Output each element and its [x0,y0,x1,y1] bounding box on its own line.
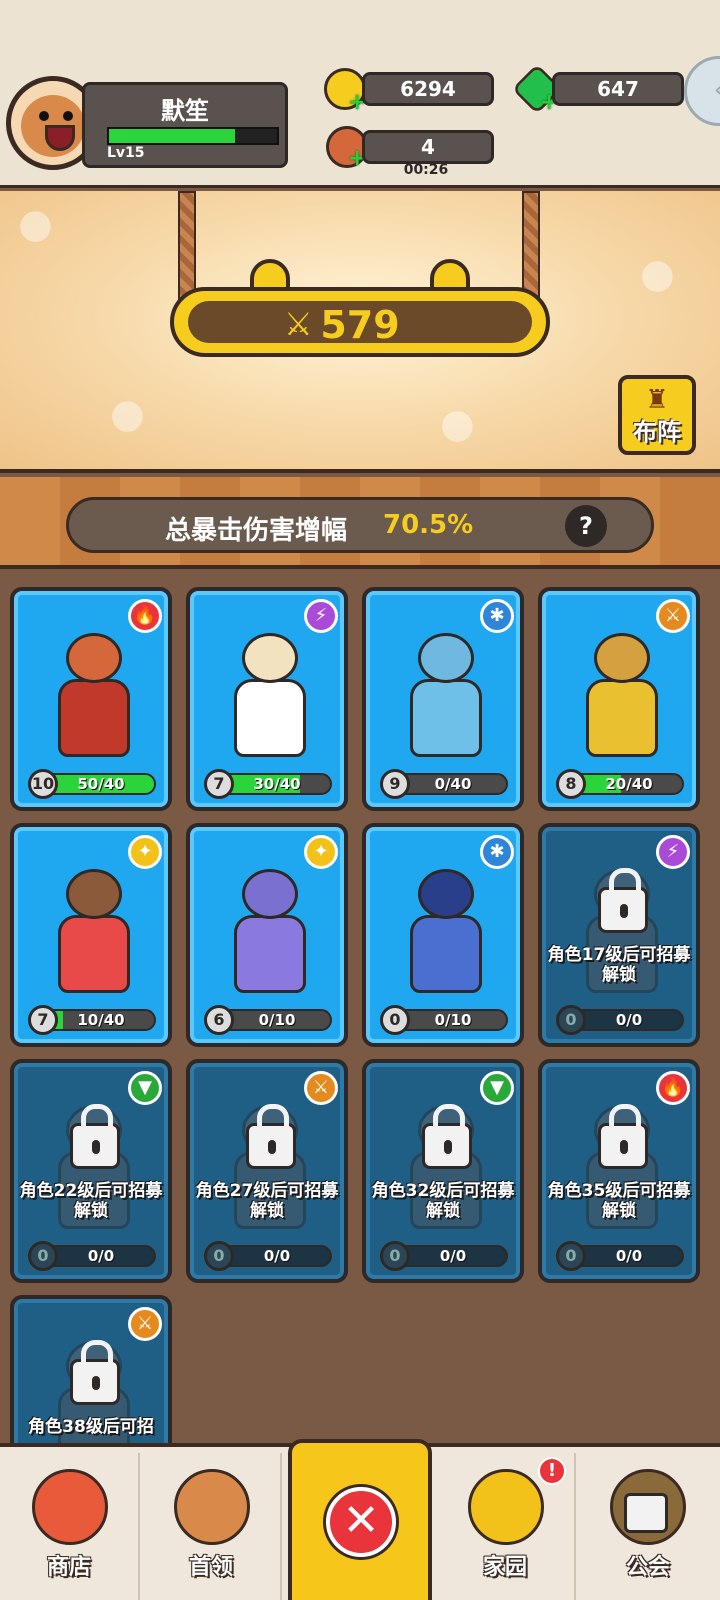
hero-card[interactable]: ✱ 0/10 0 [362,823,524,1047]
hero-card[interactable]: ⚡ 角色17级后可招募解锁 0/0 0 [538,823,700,1047]
hero-portrait [396,861,496,1001]
hero-card[interactable]: ✱ 0/40 9 [362,587,524,811]
nav-shop[interactable]: 商店 [0,1453,140,1600]
nav-leader[interactable]: 首领 [142,1453,282,1600]
player-info-panel[interactable]: 默笙 Lv15 [82,82,288,168]
crit-banner: 总暴击伤害增幅 70.5% ? [0,477,720,569]
crown-leader-icon [174,1469,250,1545]
hero-card[interactable]: ⚔ 角色27级后可招募解锁 0/0 0 [186,1059,348,1283]
unlock-requirement-text: 角色22级后可招募解锁 [19,1181,163,1221]
hero-level-badge: 6 [204,1005,234,1035]
paw-print-decoration: ● [18,201,53,247]
hero-card[interactable]: ⚡ 30/40 7 [186,587,348,811]
hero-level-badge: 0 [28,1241,58,1271]
hero-card[interactable]: 🔥 角色35级后可招募解锁 0/0 0 [538,1059,700,1283]
close-icon[interactable]: ✕ [326,1487,396,1557]
energy-timer: 00:26 [403,162,449,178]
power-display-area: ● ● ● ● ⚔ 579 ♜ 布阵 [0,191,720,473]
unlock-requirement-text: 角色27级后可招募解锁 [195,1181,339,1221]
lock-icon [70,1340,120,1405]
formation-button[interactable]: ♜ 布阵 [618,375,696,455]
power-plaque: ⚔ 579 [170,287,550,357]
nav-home-label: 家园 [482,1555,527,1580]
help-button[interactable]: ? [565,505,607,547]
energy-counter: 4 [362,130,494,164]
gem-counter: 647 [552,72,684,106]
hero-level-badge: 10 [28,769,58,799]
lock-icon [598,1104,648,1169]
crit-value: 70.5% [383,510,474,540]
unlock-requirement-text: 角色38级后可招 [28,1417,154,1437]
hero-portrait [572,625,672,765]
hero-level-badge: 0 [380,1241,410,1271]
lock-icon [422,1104,472,1169]
crit-panel: 总暴击伤害增幅 70.5% ? [66,497,654,553]
hero-portrait [44,861,144,1001]
hero-grid: 🔥 50/40 10 ⚡ 30/40 7 ✱ 0/40 9 ⚔ 20/40 8 ✦ 10/40 7 ✦ 0/10… [0,573,720,1519]
lock-icon [598,868,648,933]
paw-print-decoration: ● [640,251,675,297]
hero-level-badge: 8 [556,769,586,799]
flag-icon: ♜ [645,385,669,415]
hero-level-badge: 9 [380,769,410,799]
lock-icon [70,1104,120,1169]
nav-home[interactable]: ! 家园 [436,1453,576,1600]
gold-counter: 6294 [362,72,494,106]
pineapple-home-icon [468,1469,544,1545]
hero-card[interactable]: ▼ 角色32级后可招募解锁 0/0 0 [362,1059,524,1283]
xp-bar-fill [109,129,235,143]
player-name: 默笙 [161,97,209,125]
hero-card[interactable]: ⚔ 20/40 8 [538,587,700,811]
hero-level-badge: 0 [380,1005,410,1035]
player-level: Lv15 [107,145,145,161]
formation-label: 布阵 [633,418,681,446]
hero-portrait [396,625,496,765]
xp-bar [107,127,279,145]
side-menu-button[interactable]: ‹ [684,56,720,126]
nav-shop-label: 商店 [46,1555,91,1580]
hero-level-badge: 0 [204,1241,234,1271]
unlock-requirement-text: 角色17级后可招募解锁 [547,945,691,985]
crit-label: 总暴击伤害增幅 [165,516,348,546]
power-value: 579 [320,303,400,347]
hero-level-badge: 0 [556,1005,586,1035]
bottom-nav: 商店 首领 ✕ ! 家园 公会 [0,1439,720,1600]
alert-badge: ! [538,1457,566,1485]
nav-center-tab[interactable]: ✕ [288,1439,432,1600]
hero-card[interactable]: ✦ 0/10 6 [186,823,348,1047]
unlock-requirement-text: 角色32级后可招募解锁 [371,1181,515,1221]
hero-portrait [220,861,320,1001]
hero-card[interactable]: ✦ 10/40 7 [10,823,172,1047]
top-bar: 默笙 Lv15 + 6294 + 647 + 4 00:26 ‹ [0,0,720,188]
paw-print-decoration: ● [440,401,475,447]
hero-portrait [44,625,144,765]
hero-level-badge: 0 [556,1241,586,1271]
hero-level-badge: 7 [204,769,234,799]
hero-card[interactable]: ▼ 角色22级后可招募解锁 0/0 0 [10,1059,172,1283]
paw-print-decoration: ● [110,391,145,437]
nav-leader-label: 首领 [188,1555,233,1580]
mushroom-shop-icon [32,1469,108,1545]
nav-guild[interactable]: 公会 [578,1453,718,1600]
hero-portrait [220,625,320,765]
lock-icon [246,1104,296,1169]
lock-icon [624,1493,668,1533]
nav-guild-label: 公会 [625,1555,670,1580]
unlock-requirement-text: 角色35级后可招募解锁 [547,1181,691,1221]
hero-card[interactable]: 🔥 50/40 10 [10,587,172,811]
hero-level-badge: 7 [28,1005,58,1035]
